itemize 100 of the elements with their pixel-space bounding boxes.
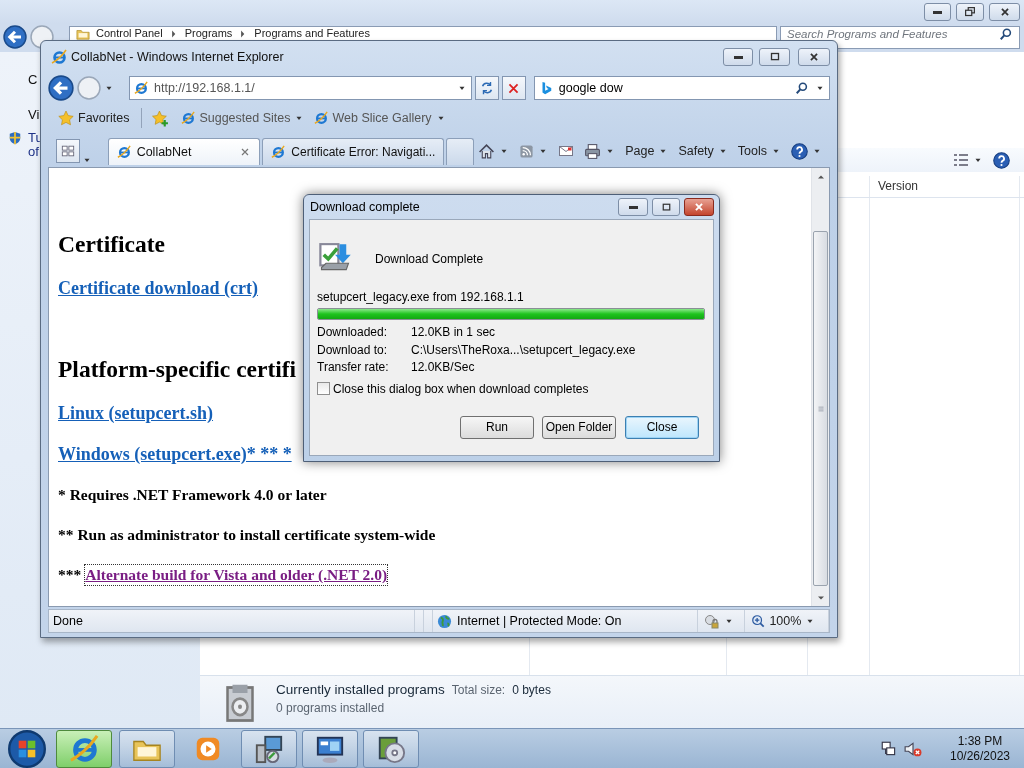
feed-icon xyxy=(519,143,535,159)
browser-tab[interactable]: CollabNet xyxy=(107,138,261,165)
task-text: C xyxy=(28,72,38,88)
detail-value: 12.0KB in 1 sec xyxy=(411,325,497,340)
task-text: Vi xyxy=(28,107,40,123)
detail-label: Downloaded: xyxy=(317,325,389,340)
taskbar-button[interactable] xyxy=(363,729,419,768)
status-text: Done xyxy=(53,613,83,629)
details-title: Currently installed programs xyxy=(276,682,445,699)
grid-icon xyxy=(60,144,75,158)
minimize-button[interactable] xyxy=(924,3,951,21)
menu-button[interactable]: Tools xyxy=(735,142,783,160)
program-count: 0 programs installed xyxy=(276,701,386,716)
help-icon[interactable] xyxy=(993,151,1010,169)
taskbar-button[interactable] xyxy=(241,729,297,768)
clock[interactable]: 1:38 PM 10/26/2023 xyxy=(944,734,1016,763)
heading: Platform-specific certifi xyxy=(58,355,297,383)
refresh-button[interactable] xyxy=(475,76,499,100)
search-input[interactable]: google dow xyxy=(558,77,789,99)
minimize-icon xyxy=(933,10,942,14)
note-text: *** xyxy=(58,565,82,585)
address-field[interactable]: http://192.168.1.1/ xyxy=(129,76,472,100)
star-icon xyxy=(58,110,74,126)
search-field[interactable]: google dow xyxy=(533,76,830,100)
folder-icon xyxy=(76,27,90,41)
printer-icon xyxy=(584,142,602,160)
size-label: Total size: xyxy=(451,683,506,698)
address-bar[interactable]: Control Panel Programs Programs and Features xyxy=(69,26,777,40)
page-icon xyxy=(314,111,329,125)
link[interactable]: Linux (setupcert.sh) xyxy=(58,402,213,424)
detail-value: C:\Users\TheRoxa...\setupcert_legacy.exe xyxy=(411,342,637,358)
browser-icon xyxy=(116,145,131,159)
globe-icon xyxy=(437,613,453,629)
close-button[interactable] xyxy=(684,198,714,216)
minimize-button[interactable] xyxy=(618,198,648,216)
browser-tab[interactable]: Certificate Error: Navigati... xyxy=(262,138,445,165)
heading: Certificate xyxy=(58,230,165,258)
size-value: 0 bytes xyxy=(512,683,551,698)
browser-icon xyxy=(51,49,67,65)
menu-button[interactable]: Safety xyxy=(676,142,730,160)
favorites-button[interactable]: Favorites xyxy=(56,109,132,127)
breadcrumb[interactable]: Programs and Features xyxy=(254,27,370,40)
detail-label: Transfer rate: xyxy=(317,360,390,375)
mail-icon xyxy=(558,143,575,159)
search-field[interactable]: Search Programs and Features xyxy=(780,26,1020,49)
dialog-title: Download complete xyxy=(310,199,421,215)
start-orb-icon xyxy=(8,729,46,768)
lock-icon xyxy=(703,613,720,629)
favorites-link[interactable]: Suggested Sites xyxy=(179,109,307,127)
dialog-button[interactable]: Run xyxy=(460,415,534,439)
favorites-link[interactable]: Web Slice Gallery xyxy=(312,109,448,127)
restore-icon xyxy=(963,5,977,19)
list-view-icon xyxy=(953,152,969,168)
add-favorite-icon[interactable] xyxy=(152,109,170,127)
search-icon xyxy=(795,81,809,95)
note-text: * Requires .NET Framework 4.0 or later xyxy=(58,485,327,505)
quick-tabs-button[interactable] xyxy=(56,139,80,163)
back-button[interactable] xyxy=(3,25,27,49)
checkbox[interactable] xyxy=(317,382,330,396)
computer-setup-icon xyxy=(254,733,284,764)
maximize-button[interactable] xyxy=(759,48,790,66)
dialog-button[interactable]: Open Folder xyxy=(542,415,616,439)
column-header[interactable]: Version xyxy=(878,179,919,194)
stop-icon xyxy=(507,81,521,95)
shield-icon xyxy=(8,131,22,145)
zone-text: Internet | Protected Mode: On xyxy=(457,613,622,629)
network-icon[interactable] xyxy=(880,739,898,758)
refresh-icon xyxy=(479,81,494,95)
zoom-button[interactable]: 100% xyxy=(749,612,818,630)
scrollbar-thumb[interactable] xyxy=(813,231,828,586)
muted-speaker-icon[interactable] xyxy=(904,739,922,758)
link[interactable]: Alternate build for Vista and older (.NET 2.0) xyxy=(85,565,388,585)
link[interactable]: Windows (setupcert.exe)* ** * xyxy=(58,443,292,465)
breadcrumb[interactable]: Programs xyxy=(184,27,233,40)
source-text: setupcert_legacy.exe from 192.168.1.1 xyxy=(317,290,525,305)
task-link[interactable]: of xyxy=(28,144,39,160)
restore-button[interactable] xyxy=(956,3,984,21)
dialog-heading: Download Complete xyxy=(375,251,484,267)
close-button[interactable] xyxy=(989,3,1020,21)
dialog-button[interactable]: Close xyxy=(625,415,699,439)
stop-button[interactable] xyxy=(501,76,526,100)
search-icon xyxy=(999,27,1013,41)
minimize-icon xyxy=(628,205,638,209)
taskbar-button[interactable] xyxy=(302,729,358,768)
page-icon xyxy=(134,81,148,95)
back-button[interactable] xyxy=(48,75,74,101)
note-text: ** Run as administrator to install certificate system-wide xyxy=(58,525,436,545)
menu-button[interactable]: Page xyxy=(623,142,671,160)
search-input[interactable]: Search Programs and Features xyxy=(787,27,987,41)
minimize-icon xyxy=(733,55,743,59)
breadcrumb[interactable]: Control Panel xyxy=(96,27,163,40)
browser-icon xyxy=(271,145,286,159)
detail-label: Download to: xyxy=(317,342,389,358)
close-icon xyxy=(807,50,821,64)
close-button[interactable] xyxy=(798,48,830,66)
window-title: CollabNet - Windows Internet Explorer xyxy=(71,49,285,65)
help-icon xyxy=(791,142,808,160)
maximize-button[interactable] xyxy=(652,198,680,216)
minimize-button[interactable] xyxy=(723,48,753,66)
link[interactable]: Certificate download (crt) xyxy=(58,277,258,299)
